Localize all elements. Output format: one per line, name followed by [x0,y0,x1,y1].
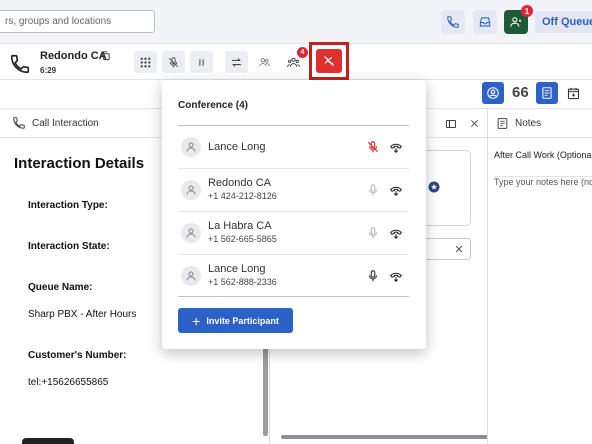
plus-icon: + [192,312,201,329]
interaction-count: 66 [512,84,529,101]
call-duration: 6:29 [40,66,57,75]
user-icon [510,17,522,27]
person-icon [186,185,196,195]
clear-icon[interactable] [454,244,464,254]
script-button[interactable] [536,82,558,104]
call-control-bar: Redondo CA 6:29 4 [0,45,592,80]
avatar [181,223,201,243]
hold-button[interactable] [190,51,213,73]
person-icon [186,271,196,281]
conference-title: Conference (4) [178,100,249,111]
inbox-button[interactable] [473,10,497,34]
avatar [181,266,201,286]
avatar [181,180,201,200]
top-bar: rs, groups and locations 1 Off Queue [0,0,592,44]
participant-row: Lance Long +1 562-888-2336 [178,255,409,298]
end-call-button[interactable] [316,49,342,73]
disconnect-icon[interactable] [389,269,403,283]
phone-icon [447,16,459,28]
participant-count-badge: 4 [297,47,308,58]
invite-participant-button[interactable]: + Invite Participant [178,308,293,333]
divider [178,296,409,297]
agent-status-button[interactable]: 1 [504,5,533,34]
disconnect-icon[interactable] [389,140,403,154]
close-icon[interactable] [469,118,480,129]
invite-participant-label: Invite Participant [206,315,279,326]
disconnect-icon[interactable] [389,226,403,240]
notes-subheader: After Call Work (Optional [494,150,592,160]
field-label-interaction-type: Interaction Type: [28,200,108,211]
consult-icon [259,57,270,66]
field-label-interaction-state: Interaction State: [28,241,110,252]
contact-button[interactable] [482,82,504,104]
participant-row: Redondo CA +1 424-212-8126 [178,169,409,212]
section-title: Interaction Details [14,155,145,172]
pause-icon [199,58,204,66]
disconnect-icon[interactable] [389,183,403,197]
mic-muted-icon[interactable] [366,140,380,154]
mic-icon[interactable] [366,269,380,283]
schedule-button[interactable] [562,82,584,104]
collapse-panel-icon[interactable] [445,118,457,130]
transfer-button[interactable] [225,51,248,73]
consult-button[interactable] [253,51,276,73]
call-title: Redondo CA [40,50,107,62]
conference-icon [287,57,300,67]
calendar-icon [567,87,579,99]
notes-icon [497,117,508,129]
participant-row: Lance Long [178,126,409,169]
copy-icon[interactable] [100,50,111,61]
mic-off-icon [168,56,179,67]
participant-name: Redondo CA [208,177,271,189]
account-icon [487,87,499,99]
bottom-tab[interactable] [22,438,74,444]
queue-status-toggle[interactable]: Off Queue [535,11,592,33]
notes-panel: Notes After Call Work (Optional Type you… [487,108,592,444]
mic-icon[interactable] [366,183,380,197]
notes-textarea[interactable]: Type your notes here (no [494,176,592,187]
conference-button[interactable]: 4 [282,47,308,73]
participant-name: La Habra CA [208,220,272,232]
document-icon [542,87,552,99]
person-icon [186,228,196,238]
transfer-icon [232,57,241,67]
person-icon [186,142,196,152]
dialpad-icon [140,57,151,67]
participant-name: Lance Long [208,141,266,153]
avatar [181,137,201,157]
notification-badge: 1 [521,5,533,17]
right-toolbar [426,80,592,108]
dialpad-button[interactable] [134,51,157,73]
panel-header-label: Call Interaction [32,117,99,129]
participant-name: Lance Long [208,263,266,275]
field-value-queue-name: Sharp PBX - After Hours [28,309,137,320]
field-label-queue-name: Queue Name: [28,282,93,293]
conference-popup: Conference (4) Lance Long Redondo CA +1 … [162,80,426,349]
field-value-customer-number: tel:+15626655865 [28,377,109,388]
participant-phone: +1 562-888-2336 [208,277,277,287]
mute-button[interactable] [162,51,185,73]
participant-row: La Habra CA +1 562-665-5865 [178,212,409,255]
notes-header: Notes [488,108,592,138]
star-badge-icon [428,181,440,193]
participant-phone: +1 424-212-8126 [208,191,277,201]
end-call-highlight [309,42,349,80]
phone-icon [10,54,30,74]
hang-up-icon [323,55,335,67]
vertical-scrollbar[interactable] [263,340,268,436]
phone-icon [13,117,25,129]
phone-button[interactable] [441,10,465,34]
notes-header-label: Notes [515,117,542,129]
field-label-customer-number: Customer's Number: [28,350,127,361]
search-input[interactable]: rs, groups and locations [0,10,155,33]
mic-icon[interactable] [366,226,380,240]
inbox-icon [479,17,491,27]
participant-phone: +1 562-665-5865 [208,234,277,244]
